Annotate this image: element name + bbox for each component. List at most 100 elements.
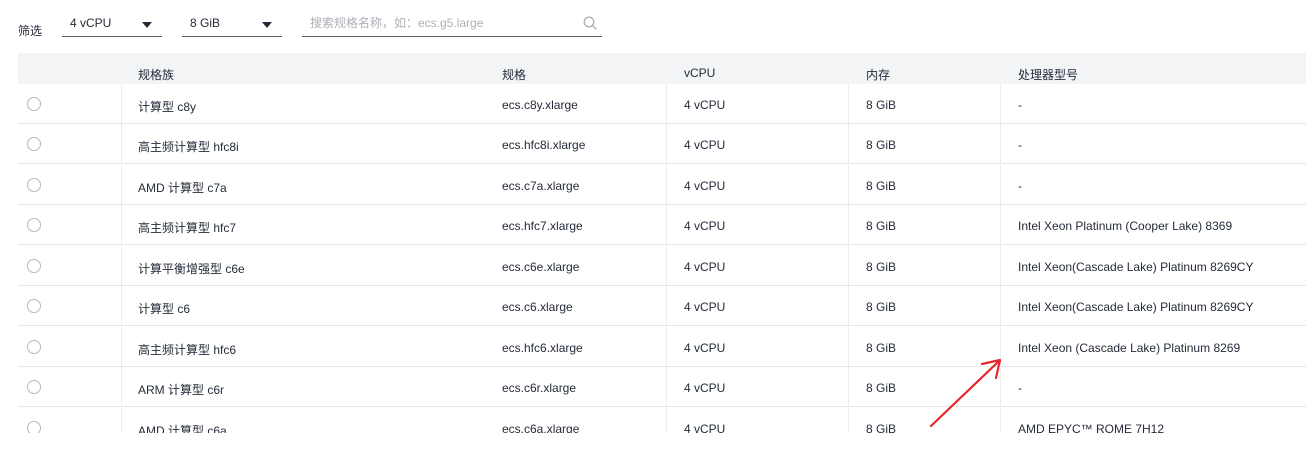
radio-icon[interactable] [27, 421, 41, 433]
vcpu-select[interactable]: 4 vCPU [62, 12, 162, 37]
table-row[interactable]: 高主频计算型 hfc6 ecs.hfc6.xlarge 4 vCPU 8 GiB Int… [18, 327, 1306, 367]
cell-family: AMD 计算型 c6a [138, 424, 227, 433]
table-row[interactable]: 计算平衡增强型 c6e ecs.c6e.xlarge 4 vCPU 8 GiB Inte… [18, 246, 1306, 286]
cell-memory: 8 GiB [866, 138, 897, 152]
cell-memory: 8 GiB [866, 341, 897, 355]
radio-icon[interactable] [27, 380, 41, 394]
spec-table: 规格族 规格 vCPU 内存 处理器型号 计算型 c8y ecs.c8y.xlar… [18, 53, 1306, 433]
cell-memory: 8 GiB [866, 219, 897, 233]
column-divider [666, 165, 667, 205]
cell-memory: 8 GiB [866, 300, 897, 314]
column-divider [121, 246, 122, 286]
column-divider [666, 246, 667, 286]
column-divider [121, 165, 122, 205]
header-spec: 规格 [502, 68, 527, 82]
cell-processor: - [1018, 179, 1022, 193]
cell-processor: - [1018, 381, 1022, 395]
radio-icon[interactable] [27, 97, 41, 111]
memory-select-value: 8 GiB [190, 16, 221, 30]
cell-spec: ecs.c6r.xlarge [502, 381, 577, 395]
column-divider [848, 286, 849, 326]
cell-vcpu: 4 vCPU [684, 138, 726, 152]
page-bottom [0, 433, 1306, 463]
cell-vcpu: 4 vCPU [684, 260, 726, 274]
column-divider [1000, 286, 1001, 326]
cell-processor: Intel Xeon (Cascade Lake) Platinum 8269 [1018, 341, 1241, 355]
column-divider [121, 84, 122, 124]
table-row[interactable]: 高主频计算型 hfc7 ecs.hfc7.xlarge 4 vCPU 8 GiB Int… [18, 205, 1306, 245]
column-divider [666, 408, 667, 433]
column-divider [848, 246, 849, 286]
header-memory: 内存 [866, 68, 891, 82]
caret-down-icon [262, 22, 272, 28]
cell-processor: - [1018, 98, 1022, 112]
cell-family: 计算平衡增强型 c6e [138, 262, 245, 276]
radio-icon[interactable] [27, 259, 41, 273]
column-divider [666, 286, 667, 326]
cell-memory: 8 GiB [866, 98, 897, 112]
header-family: 规格族 [138, 68, 175, 82]
cell-vcpu: 4 vCPU [684, 341, 726, 355]
table-row[interactable]: 计算型 c8y ecs.c8y.xlarge 4 vCPU 8 GiB - [18, 84, 1306, 124]
cell-vcpu: 4 vCPU [684, 381, 726, 395]
table-row[interactable]: AMD 计算型 c6a ecs.c6a.xlarge 4 vCPU 8 GiB AMD … [18, 408, 1306, 433]
table-row[interactable]: 计算型 c6 ecs.c6.xlarge 4 vCPU 8 GiB Intel Xeon… [18, 286, 1306, 326]
cell-vcpu: 4 vCPU [684, 98, 726, 112]
column-divider [121, 205, 122, 245]
column-divider [848, 367, 849, 407]
table-row[interactable]: AMD 计算型 c7a ecs.c7a.xlarge 4 vCPU 8 GiB - [18, 165, 1306, 205]
cell-spec: ecs.c8y.xlarge [502, 98, 578, 112]
column-divider [1000, 124, 1001, 164]
cell-family: 高主频计算型 hfc8i [138, 140, 239, 154]
column-divider [848, 165, 849, 205]
vcpu-select-value: 4 vCPU [70, 16, 112, 30]
column-divider [121, 408, 122, 433]
column-divider [1000, 165, 1001, 205]
cell-spec: ecs.hfc6.xlarge [502, 341, 583, 355]
cell-spec: ecs.c6e.xlarge [502, 260, 580, 274]
column-divider [121, 286, 122, 326]
column-divider [121, 367, 122, 407]
cell-spec: ecs.hfc7.xlarge [502, 219, 583, 233]
search-input[interactable] [302, 12, 580, 34]
column-divider [666, 124, 667, 164]
cell-processor: Intel Xeon(Cascade Lake) Platinum 8269CY [1018, 260, 1254, 274]
search-box [302, 12, 602, 37]
cell-family: ARM 计算型 c6r [138, 383, 225, 397]
cell-processor: - [1018, 138, 1022, 152]
header-processor: 处理器型号 [1018, 68, 1079, 82]
column-divider [1000, 205, 1001, 245]
cell-memory: 8 GiB [866, 260, 897, 274]
column-divider [1000, 327, 1001, 367]
radio-icon[interactable] [27, 218, 41, 232]
column-divider [121, 124, 122, 164]
filter-bar: 筛选 4 vCPU 8 GiB [0, 0, 1306, 52]
column-divider [1000, 84, 1001, 124]
cell-family: 计算型 c6 [138, 302, 191, 316]
cell-vcpu: 4 vCPU [684, 219, 726, 233]
cell-spec: ecs.c6.xlarge [502, 300, 573, 314]
cell-spec: ecs.c7a.xlarge [502, 179, 580, 193]
cell-processor: AMD EPYC™ ROME 7H12 [1018, 422, 1165, 433]
column-divider [848, 124, 849, 164]
cell-vcpu: 4 vCPU [684, 422, 726, 433]
caret-down-icon [142, 22, 152, 28]
radio-icon[interactable] [27, 340, 41, 354]
column-divider [666, 367, 667, 407]
column-divider [848, 205, 849, 245]
radio-icon[interactable] [27, 299, 41, 313]
column-divider [848, 408, 849, 433]
radio-icon[interactable] [27, 137, 41, 151]
cell-vcpu: 4 vCPU [684, 179, 726, 193]
column-divider [666, 84, 667, 124]
search-icon[interactable] [582, 15, 598, 31]
column-divider [1000, 367, 1001, 407]
memory-select[interactable]: 8 GiB [182, 12, 282, 37]
table-row[interactable]: 高主频计算型 hfc8i ecs.hfc8i.xlarge 4 vCPU 8 GiB - [18, 124, 1306, 164]
column-divider [1000, 246, 1001, 286]
cell-processor: Intel Xeon Platinum (Cooper Lake) 8369 [1018, 219, 1233, 233]
column-divider [1000, 408, 1001, 433]
radio-icon[interactable] [27, 178, 41, 192]
table-row[interactable]: ARM 计算型 c6r ecs.c6r.xlarge 4 vCPU 8 GiB - [18, 367, 1306, 407]
column-divider [848, 327, 849, 367]
